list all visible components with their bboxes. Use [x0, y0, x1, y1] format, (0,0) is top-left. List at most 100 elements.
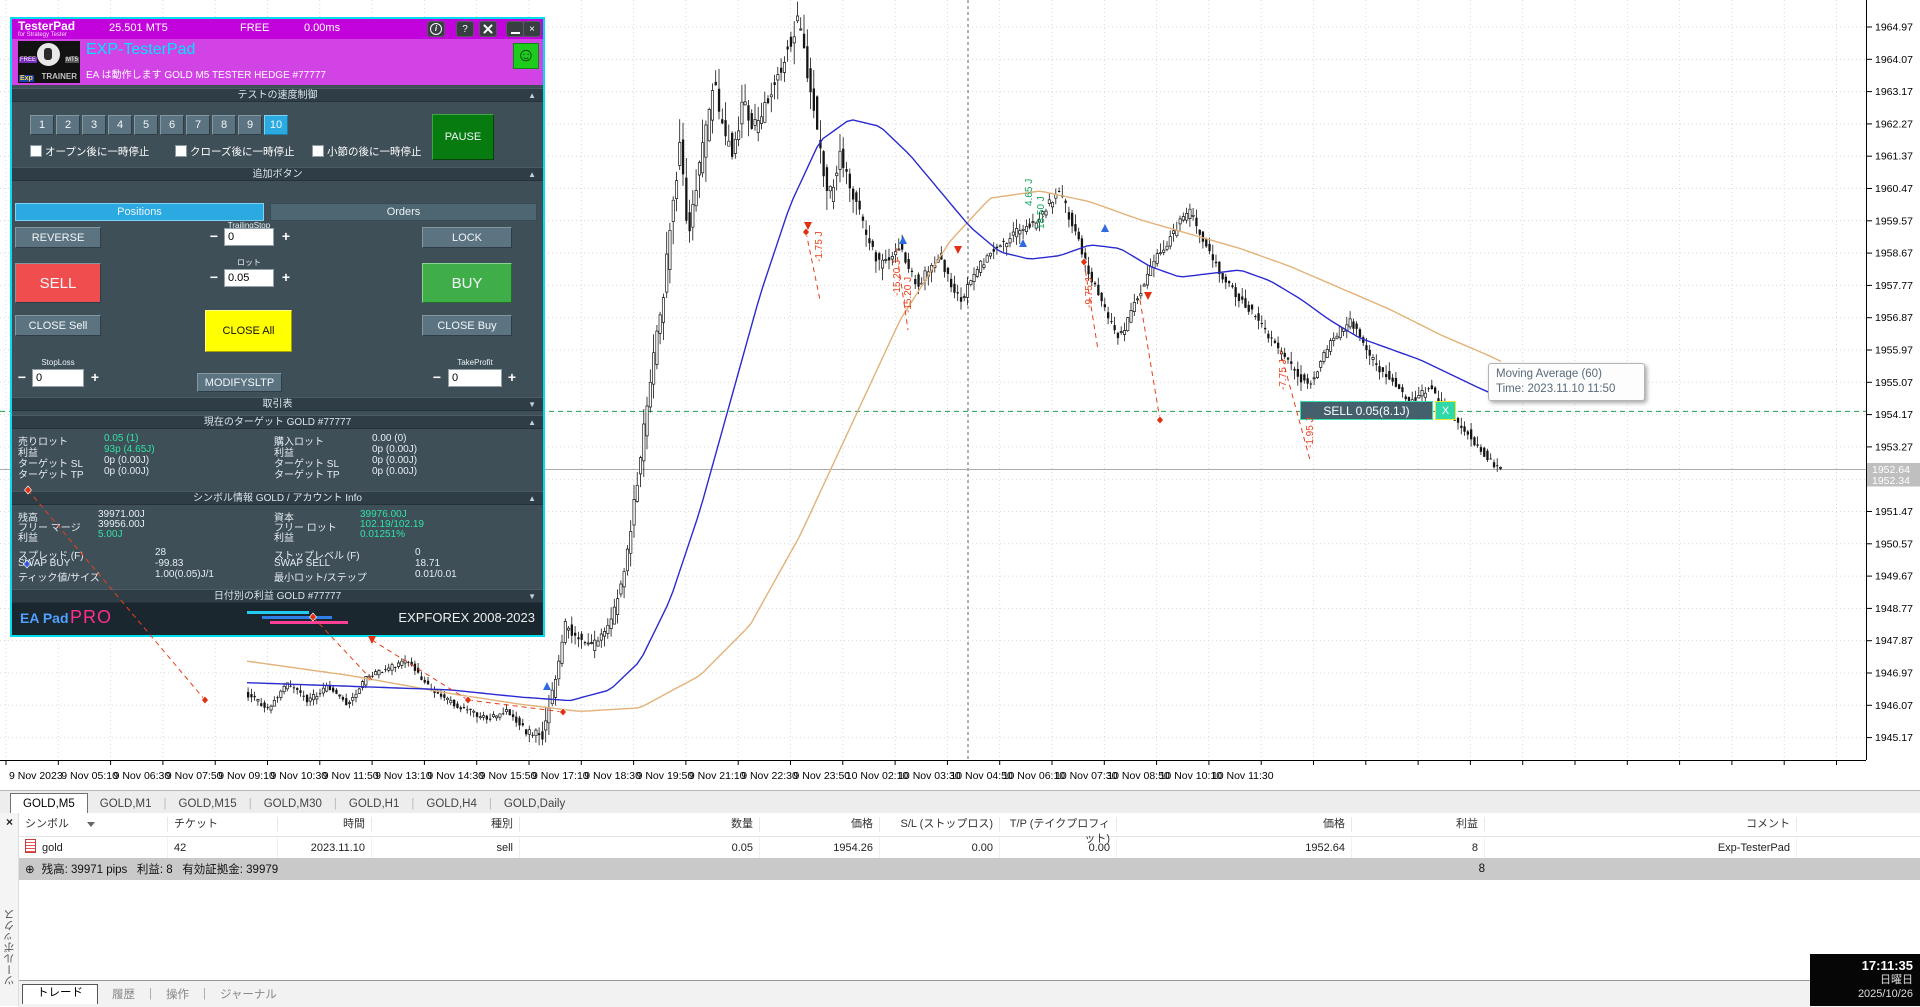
pause-checkbox-2[interactable]: 小節の後に一時停止	[312, 143, 422, 159]
modify-sltp-button[interactable]: MODIFYSLTP	[197, 373, 282, 392]
takeprofit-input[interactable]	[448, 369, 502, 387]
section-speed-header[interactable]: テストの速度制御▲	[12, 88, 543, 102]
info-label: 利益	[274, 529, 294, 544]
trailing-stop-input[interactable]	[224, 228, 274, 246]
info-row: ティック値/サイズ1.00(0.05)J/1最小ロット/ステップ0.01/0.0…	[12, 569, 543, 580]
sl-plus-button[interactable]: +	[88, 369, 102, 385]
sell-button[interactable]: SELL	[15, 263, 101, 303]
tab-positions[interactable]: Positions	[15, 203, 264, 221]
table-cell[interactable]: 0.05	[520, 837, 760, 859]
chart-tab-gold-m30[interactable]: GOLD,M30	[252, 795, 334, 814]
speed-button-3[interactable]: 3	[82, 115, 106, 135]
checkbox-icon[interactable]	[30, 145, 42, 157]
column-header[interactable]: 時間	[278, 817, 372, 832]
column-header[interactable]: S/L (ストップロス)	[880, 817, 1000, 832]
lot-minus-button[interactable]: −	[207, 269, 221, 285]
close-position-button[interactable]: X	[1435, 401, 1456, 420]
buy-button[interactable]: BUY	[422, 263, 512, 303]
info-value: 0.01251%	[360, 529, 405, 540]
close-all-button[interactable]: CLOSE All	[205, 310, 292, 352]
svg-text:9 Nov 17:10: 9 Nov 17:10	[532, 770, 589, 782]
column-header[interactable]: 数量	[520, 817, 760, 832]
speed-button-2[interactable]: 2	[56, 115, 80, 135]
toolbox-tab-3[interactable]: ジャーナル	[206, 982, 291, 1006]
speed-button-10[interactable]: 10	[264, 115, 288, 135]
checkbox-icon[interactable]	[175, 145, 187, 157]
pause-checkbox-1[interactable]: クローズ後に一時停止	[175, 143, 294, 159]
speed-button-1[interactable]: 1	[30, 115, 54, 135]
sl-minus-button[interactable]: −	[15, 369, 29, 385]
tools-icon[interactable]	[479, 21, 497, 37]
section-symbol-header[interactable]: シンボル情報 GOLD / アカウント Info▲	[12, 491, 543, 505]
tp-plus-button[interactable]: +	[505, 369, 519, 385]
table-row[interactable]: gold422023.11.10 11:43:44sell0.051954.26…	[19, 837, 1920, 860]
speed-button-6[interactable]: 6	[160, 115, 184, 135]
table-cell[interactable]: sell	[372, 837, 520, 859]
symbol-doc-icon	[25, 839, 36, 853]
table-cell[interactable]: 0.00	[1000, 837, 1117, 859]
speed-button-5[interactable]: 5	[134, 115, 158, 135]
column-header[interactable]: T/P (テイクプロフィット)	[1000, 817, 1117, 832]
toolbox-tab-2[interactable]: 操作	[152, 982, 203, 1006]
section-daily-header[interactable]: 日付別の利益 GOLD #77777▼	[12, 589, 543, 603]
speed-button-8[interactable]: 8	[212, 115, 236, 135]
close-sell-button[interactable]: CLOSE Sell	[15, 315, 101, 336]
info-icon[interactable]: i	[427, 21, 445, 37]
table-cell[interactable]: 0.00	[880, 837, 1000, 859]
chart-tab-gold-daily[interactable]: GOLD,Daily	[492, 795, 577, 814]
table-cell[interactable]: Exp-TesterPad	[1485, 837, 1797, 859]
column-header[interactable]: 価格	[760, 817, 880, 832]
speed-button-7[interactable]: 7	[186, 115, 210, 135]
trailing-plus-button[interactable]: +	[279, 228, 293, 244]
pause-button[interactable]: PAUSE	[432, 114, 494, 160]
pause-checkbox-0[interactable]: オープン後に一時停止	[30, 143, 149, 159]
section-extra-header[interactable]: 追加ボタン▲	[12, 167, 543, 181]
svg-text:1961.37: 1961.37	[1875, 151, 1913, 163]
lot-label: ロット	[214, 257, 284, 268]
chart-tab-gold-m5[interactable]: GOLD,M5	[10, 793, 88, 814]
table-cell[interactable]: 8	[1352, 837, 1485, 859]
table-cell[interactable]: 1954.26	[760, 837, 880, 859]
symbol-grid-bottom: スプレッド (F)28ストップレベル (F)0SWAP BUY-99.83SWA…	[12, 547, 543, 580]
expand-icon[interactable]: ⊕	[25, 862, 35, 876]
svg-text:9 Nov 05:10: 9 Nov 05:10	[61, 770, 118, 782]
column-header[interactable]: 種別	[372, 817, 520, 832]
smiley-status-icon[interactable]: ☺	[513, 43, 539, 69]
lot-input[interactable]	[224, 269, 274, 287]
toolbox-close-icon[interactable]: ×	[3, 816, 16, 829]
section-target-header[interactable]: 現在のターゲット GOLD #77777▲	[12, 415, 543, 429]
chart-tab-gold-h1[interactable]: GOLD,H1	[337, 795, 412, 814]
chart-tab-gold-m15[interactable]: GOLD,M15	[167, 795, 249, 814]
column-header[interactable]: コメント	[1485, 817, 1797, 832]
speed-button-9[interactable]: 9	[238, 115, 262, 135]
close-buy-button[interactable]: CLOSE Buy	[422, 315, 512, 336]
section-trades-header[interactable]: 取引表▼	[12, 397, 543, 411]
stoploss-input[interactable]	[32, 369, 84, 387]
lock-button[interactable]: LOCK	[422, 227, 512, 248]
toolbox-tab-1[interactable]: 履歴	[98, 982, 149, 1006]
tab-orders[interactable]: Orders	[270, 203, 537, 221]
column-header[interactable]: シンボル	[19, 817, 168, 832]
table-cell[interactable]: 1952.64	[1117, 837, 1352, 859]
table-cell[interactable]: 2023.11.10 11:43:44	[278, 837, 372, 859]
checkbox-label: オープン後に一時停止	[45, 144, 149, 159]
checkbox-icon[interactable]	[312, 145, 324, 157]
trailing-minus-button[interactable]: −	[207, 228, 221, 244]
column-header[interactable]: チケット	[168, 817, 278, 832]
speed-button-4[interactable]: 4	[108, 115, 132, 135]
sell-position-label[interactable]: SELL 0.05(8.1J)	[1300, 401, 1433, 420]
table-cell[interactable]: gold	[19, 837, 168, 859]
chart-tab-gold-h4[interactable]: GOLD,H4	[414, 795, 489, 814]
column-header[interactable]: 利益	[1352, 817, 1485, 832]
tp-minus-button[interactable]: −	[430, 369, 444, 385]
minimize-icon[interactable]	[506, 21, 524, 37]
help-icon[interactable]: ?	[456, 21, 474, 37]
table-cell[interactable]: 42	[168, 837, 278, 859]
reverse-button[interactable]: REVERSE	[15, 227, 101, 248]
lot-plus-button[interactable]: +	[279, 269, 293, 285]
toolbox-tab-0[interactable]: トレード	[22, 984, 98, 1004]
column-header[interactable]: 価格	[1117, 817, 1352, 832]
chart-tab-gold-m1[interactable]: GOLD,M1	[88, 795, 164, 814]
close-icon[interactable]: ×	[523, 21, 541, 37]
panel-titlebar[interactable]: TesterPad for Strategy Tester 25.501 MT5…	[12, 19, 543, 39]
